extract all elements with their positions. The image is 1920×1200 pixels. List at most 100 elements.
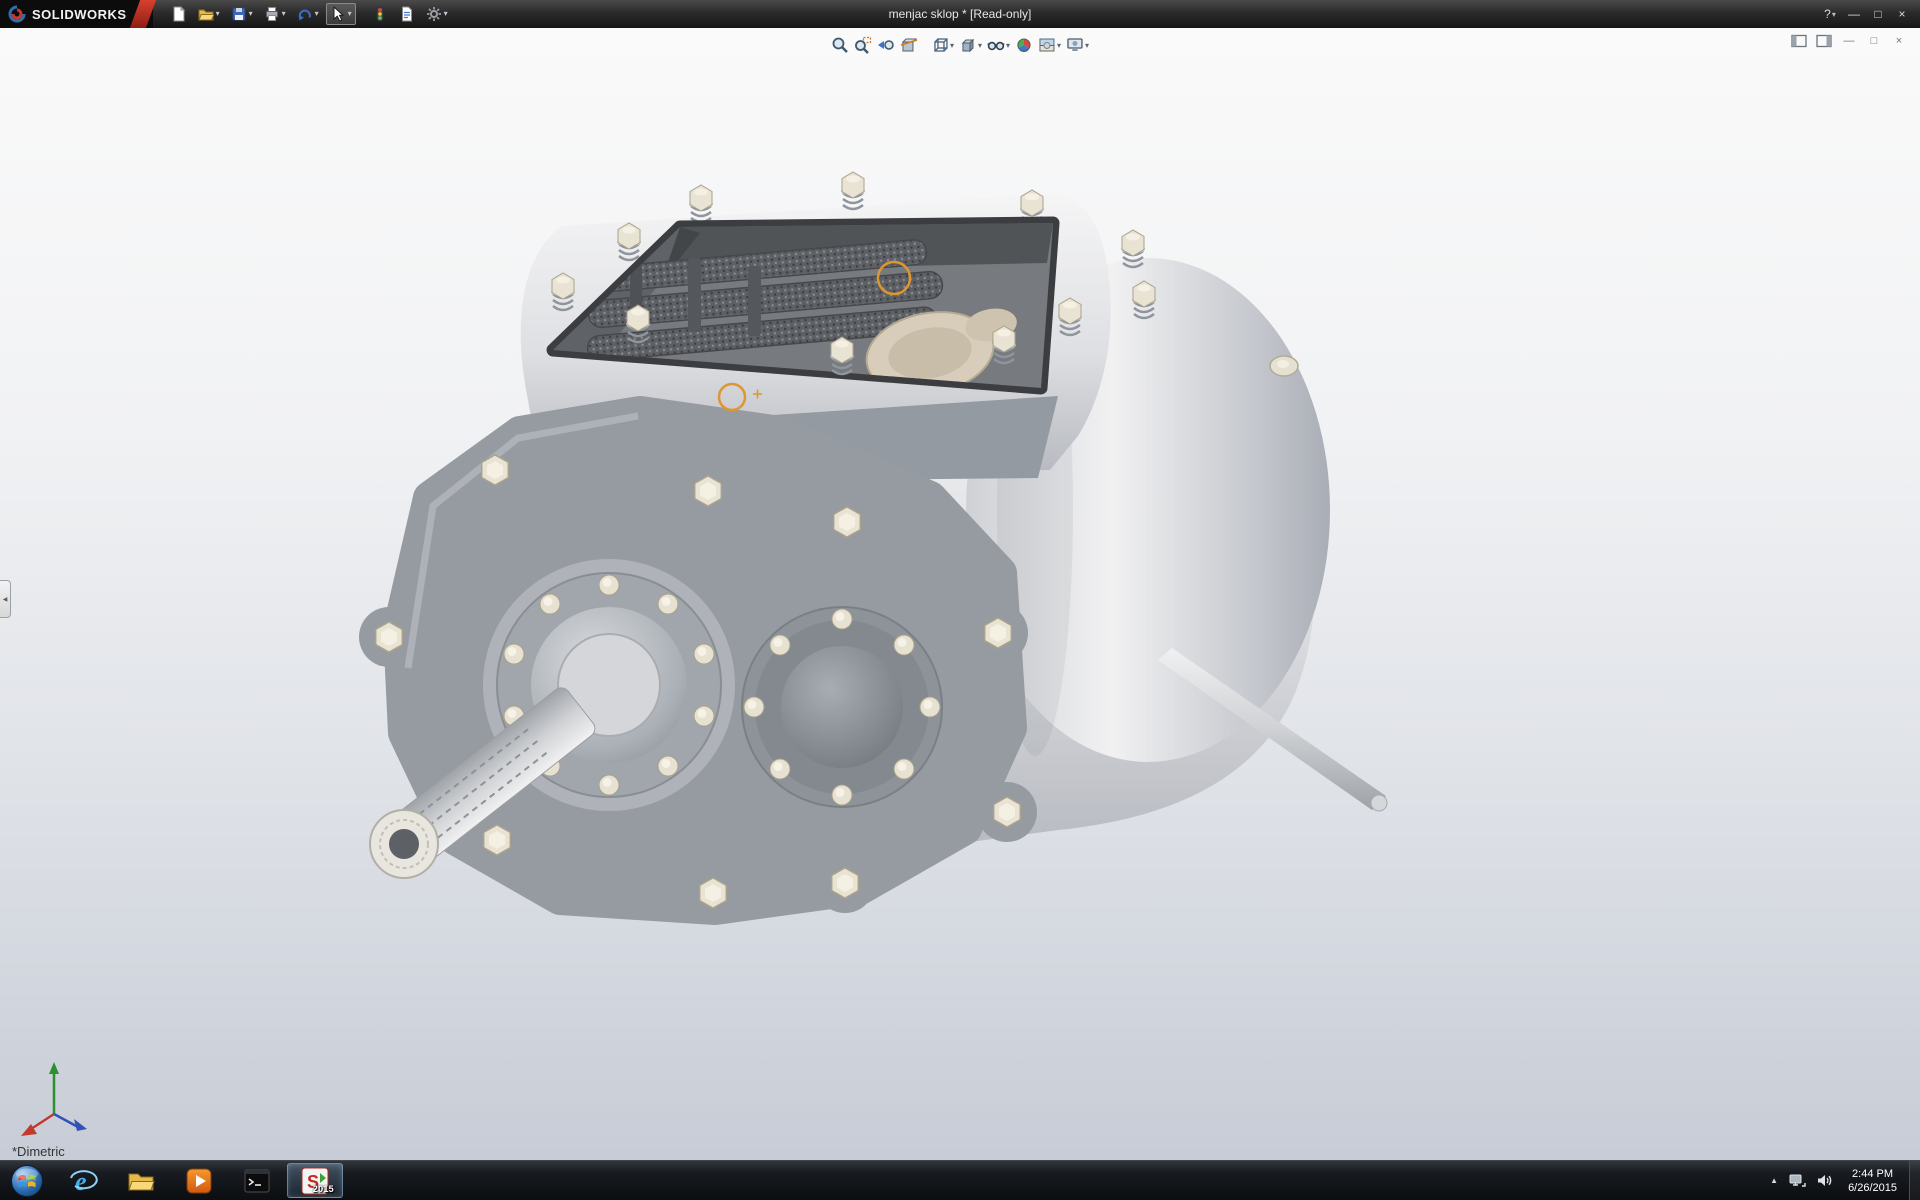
options-button[interactable]: ▾: [422, 3, 452, 25]
taskbar-solidworks-button[interactable]: S 2015: [287, 1163, 343, 1198]
edit-appearance-button[interactable]: [1013, 34, 1035, 56]
apply-scene-icon: [1038, 36, 1056, 54]
model-side-cover: [742, 607, 942, 807]
titlebar: SOLIDWORKS ▾ ▾ ▾: [0, 0, 1920, 28]
view-orientation-label: *Dimetric: [12, 1144, 65, 1159]
document-close-button[interactable]: ×: [1890, 33, 1908, 49]
select-dropdown-caret[interactable]: ▾: [348, 10, 352, 18]
view-settings-caret[interactable]: ▾: [1085, 41, 1089, 50]
open-button[interactable]: ▾: [194, 3, 224, 25]
solidworks-logo: SOLIDWORKS: [0, 0, 153, 28]
close-button[interactable]: ×: [1890, 4, 1914, 24]
view-settings-button[interactable]: ▾: [1064, 34, 1091, 56]
windows-taskbar: e S: [0, 1160, 1920, 1200]
print-button[interactable]: ▾: [260, 3, 290, 25]
taskbar-media-player-button[interactable]: [171, 1163, 227, 1198]
section-view-button[interactable]: [898, 34, 920, 56]
network-icon: [1789, 1173, 1806, 1188]
minimize-button[interactable]: —: [1842, 4, 1866, 24]
zoom-to-area-button[interactable]: [852, 34, 874, 56]
file-explorer-icon: [126, 1166, 156, 1196]
previous-view-icon: [877, 36, 895, 54]
zoom-to-fit-icon: [831, 36, 849, 54]
model-canvas[interactable]: [0, 28, 1920, 1160]
taskbar-internet-explorer-button[interactable]: e: [55, 1163, 111, 1198]
taskbar-command-prompt-button[interactable]: [229, 1163, 285, 1198]
save-button[interactable]: ▾: [227, 3, 257, 25]
file-properties-icon: [399, 6, 415, 22]
help-button[interactable]: ? ▾: [1818, 4, 1842, 24]
internet-explorer-icon: e: [68, 1166, 98, 1196]
media-player-icon: [185, 1167, 213, 1195]
section-view-icon: [900, 36, 918, 54]
model-rear-plug: [1270, 356, 1298, 376]
print-dropdown-caret[interactable]: ▾: [282, 10, 286, 18]
select-button[interactable]: ▾: [326, 3, 356, 25]
maximize-button[interactable]: □: [1866, 4, 1890, 24]
heads-up-view-toolbar: ▾ ▾ ▾: [829, 34, 1091, 56]
undo-button[interactable]: ▾: [293, 3, 323, 25]
apply-scene-button[interactable]: ▾: [1036, 34, 1063, 56]
window-controls: ? ▾ — □ ×: [1818, 4, 1920, 24]
zoom-to-area-icon: [854, 36, 872, 54]
new-document-icon: [171, 6, 187, 22]
help-dropdown-caret[interactable]: ▾: [1832, 10, 1836, 19]
show-desktop-button[interactable]: [1909, 1161, 1920, 1200]
clock-time: 2:44 PM: [1848, 1167, 1897, 1181]
hide-show-glasses-icon: [987, 36, 1005, 54]
network-tray-button[interactable]: [1789, 1173, 1806, 1188]
hide-show-caret[interactable]: ▾: [1006, 41, 1010, 50]
panel-handle-arrow-icon: ◀: [3, 596, 8, 603]
rebuild-button[interactable]: [368, 3, 392, 25]
save-icon: [231, 6, 247, 22]
view-settings-icon: [1066, 36, 1084, 54]
model-gearbox-assembly[interactable]: [359, 172, 1387, 923]
undo-dropdown-caret[interactable]: ▾: [315, 10, 319, 18]
save-dropdown-caret[interactable]: ▾: [249, 10, 253, 18]
graphics-viewport[interactable]: ▾ ▾ ▾: [0, 28, 1920, 1160]
brand-name: SOLIDWORKS: [32, 7, 127, 22]
hide-show-items-button[interactable]: ▾: [985, 34, 1012, 56]
select-cursor-icon: [330, 6, 346, 22]
reference-triad: [14, 1056, 100, 1142]
document-minimize-button[interactable]: —: [1840, 33, 1858, 49]
system-tray: ▲ 2:44 PM 6/26/2015: [1762, 1161, 1909, 1200]
open-icon: [198, 6, 214, 22]
view-orientation-button[interactable]: ▾: [929, 34, 956, 56]
taskbar-file-explorer-button[interactable]: [113, 1163, 169, 1198]
undo-icon: [297, 6, 313, 22]
pane-right-icon: [1816, 34, 1832, 48]
display-style-icon: [959, 36, 977, 54]
document-restore-button[interactable]: □: [1865, 33, 1883, 49]
help-icon: ?: [1824, 7, 1831, 21]
pane-left-icon: [1791, 34, 1807, 48]
window-title: menjac sklop * [Read-only]: [889, 7, 1032, 21]
volume-tray-button[interactable]: [1817, 1173, 1833, 1188]
3ds-logo-icon: [8, 5, 26, 23]
command-prompt-icon: [243, 1167, 271, 1195]
display-style-caret[interactable]: ▾: [978, 41, 982, 50]
show-featuremanager-pane-button[interactable]: [1790, 33, 1808, 49]
open-dropdown-caret[interactable]: ▾: [216, 10, 220, 18]
taskbar-clock[interactable]: 2:44 PM 6/26/2015: [1844, 1167, 1901, 1195]
zoom-to-fit-button[interactable]: [829, 34, 851, 56]
new-document-button[interactable]: [167, 3, 191, 25]
options-dropdown-caret[interactable]: ▾: [444, 10, 448, 18]
show-hidden-icons-button[interactable]: ▲: [1770, 1176, 1778, 1185]
featuremanager-panel-handle[interactable]: ◀: [0, 580, 11, 618]
start-button[interactable]: [0, 1161, 54, 1200]
apply-scene-caret[interactable]: ▾: [1057, 41, 1061, 50]
clock-date: 6/26/2015: [1848, 1181, 1897, 1195]
display-style-button[interactable]: ▾: [957, 34, 984, 56]
print-icon: [264, 6, 280, 22]
document-window-controls: — □ ×: [1790, 33, 1908, 49]
file-properties-button[interactable]: [395, 3, 419, 25]
view-orientation-caret[interactable]: ▾: [950, 41, 954, 50]
previous-view-button[interactable]: [875, 34, 897, 56]
options-gear-icon: [426, 6, 442, 22]
edit-appearance-ball-icon: [1015, 36, 1033, 54]
volume-icon: [1817, 1173, 1833, 1188]
solidworks-version-badge: 2015: [313, 1184, 334, 1194]
rebuild-traffic-light-icon: [372, 6, 388, 22]
show-display-pane-button[interactable]: [1815, 33, 1833, 49]
